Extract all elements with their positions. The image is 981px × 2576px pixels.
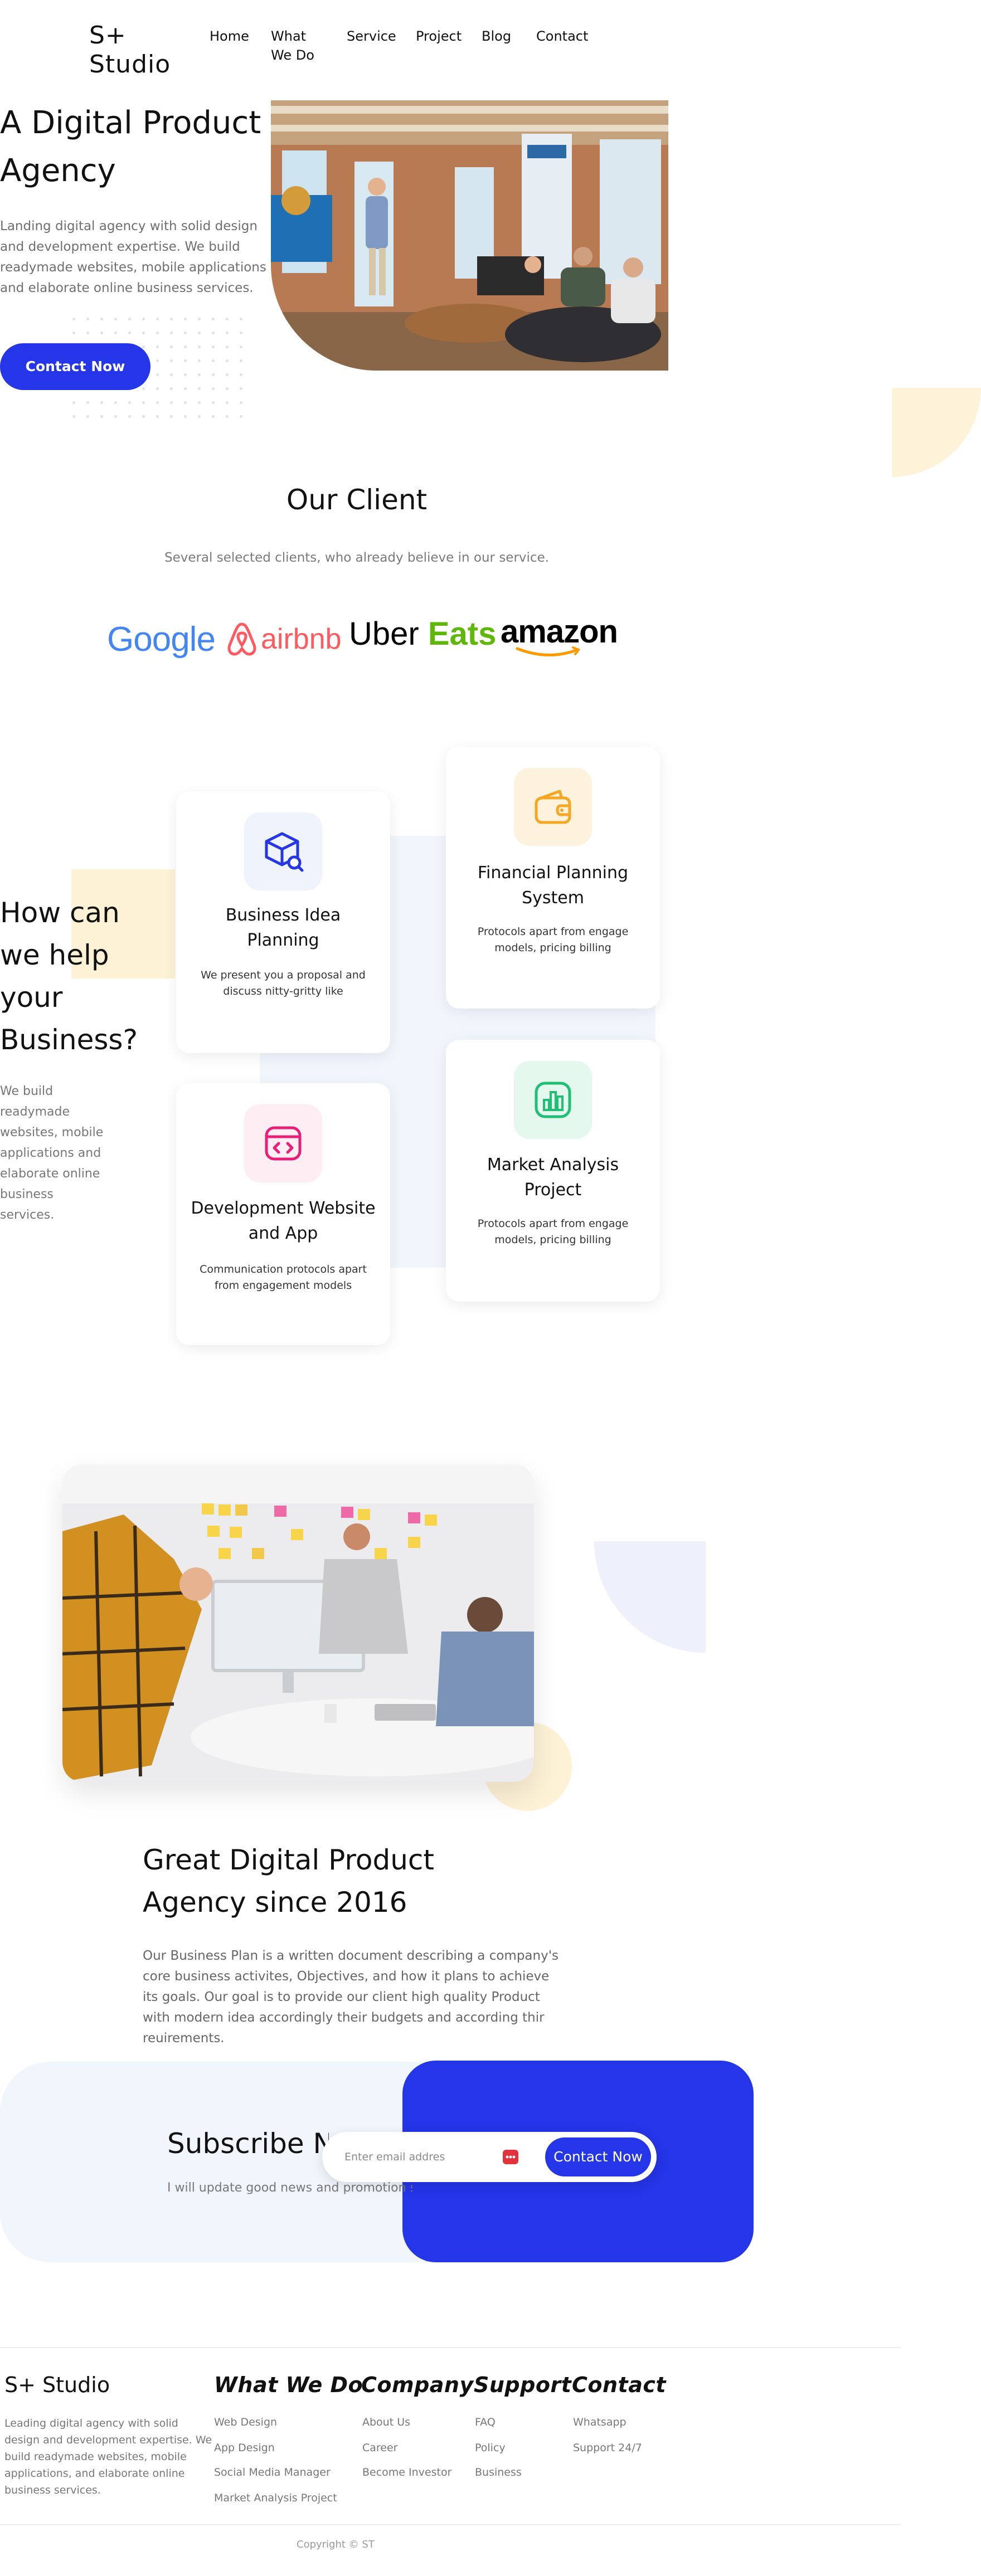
deco-blue-quarter	[594, 1541, 706, 1653]
services-title: How can we help your Business?	[0, 897, 138, 1056]
footer-bottom-divider	[0, 2524, 901, 2525]
service-card-development[interactable]: Development Website and App Communicatio…	[176, 1083, 390, 1345]
google-logo-text: Google	[107, 620, 216, 659]
code-window-icon	[265, 1126, 302, 1161]
eats-logo-text: Eats	[428, 616, 497, 652]
hero-title: A Digital Product Agency	[0, 105, 261, 189]
wallet-icon	[535, 790, 571, 824]
footer-heading-what-we-do: What We Do	[214, 2373, 363, 2397]
amazon-logo-text: amazon	[501, 613, 618, 650]
card-title: Market Analysis Project	[487, 1155, 619, 1200]
footer-description: Leading digital agency with solid design…	[4, 2417, 212, 2496]
footer-link-policy[interactable]: Policy	[475, 2442, 506, 2454]
card-icon-background	[514, 1061, 592, 1139]
footer-heading-contact: Contact	[572, 2373, 667, 2397]
client-logo-uber-eats: Uber Eats	[349, 615, 496, 652]
subscribe-title: Subscribe Now	[167, 2127, 329, 2160]
card-icon-background	[244, 812, 322, 890]
footer-link-web-design[interactable]: Web Design	[214, 2416, 277, 2428]
amazon-smile-icon	[516, 646, 581, 657]
card-description: Communication protocols apart from engag…	[200, 1263, 367, 1292]
clients-subtitle: Several selected clients, who already be…	[164, 551, 550, 565]
dots-icon	[506, 2155, 516, 2159]
email-input[interactable]	[344, 2145, 506, 2169]
uber-logo-text: Uber	[349, 616, 419, 652]
nav-contact[interactable]: Contact	[536, 27, 588, 46]
airbnb-logo-text: airbnb	[261, 623, 342, 655]
autofill-icon[interactable]	[503, 2150, 518, 2164]
nav-blog[interactable]: Blog	[482, 27, 511, 46]
card-title: Development Website and App	[191, 1199, 376, 1243]
card-description: Protocols apart from engage models, pric…	[477, 926, 629, 954]
about-title: Great Digital Product Agency since 2016	[143, 1844, 434, 1918]
bar-chart-icon	[535, 1082, 571, 1118]
team-illustration	[62, 1464, 534, 1782]
nav-what-we-do[interactable]: What We Do	[271, 27, 321, 65]
hero-contact-button[interactable]: Contact Now	[0, 343, 150, 390]
hero-office-photo	[271, 100, 668, 371]
site-logo[interactable]: S+ Studio	[89, 21, 190, 79]
clients-title: Our Client	[286, 484, 428, 516]
subscribe-description: I will update good news and promotion se…	[167, 2181, 412, 2195]
footer-top-divider	[0, 2347, 901, 2348]
client-logo-amazon: amazon	[501, 613, 618, 657]
subscribe-form: Contact Now	[322, 2132, 657, 2182]
deco-yellow-quarter	[892, 388, 981, 477]
footer-link-app-design[interactable]: App Design	[214, 2442, 275, 2454]
copyright-text: Copyright © ST	[297, 2539, 375, 2550]
about-description: Our Business Plan is a written document …	[143, 1949, 559, 2046]
client-logo-google: Google	[107, 620, 216, 659]
service-card-business-idea[interactable]: Business Idea Planning We present you a …	[176, 791, 390, 1053]
services-description: We build readymade websites, mobile appl…	[0, 1084, 104, 1222]
footer-heading-support: Support	[474, 2373, 572, 2397]
footer-logo[interactable]: S+ Studio	[4, 2373, 110, 2397]
footer-heading-company: Company	[361, 2373, 474, 2397]
office-illustration	[271, 100, 668, 371]
nav-project[interactable]: Project	[416, 27, 462, 46]
card-icon-background	[514, 768, 592, 846]
subscribe-contact-button[interactable]: Contact Now	[545, 2137, 651, 2176]
footer-link-support[interactable]: Support 24/7	[573, 2442, 642, 2454]
footer-link-about-us[interactable]: About Us	[362, 2416, 410, 2428]
hero-description: Landing digital agency with solid design…	[0, 219, 266, 295]
card-description: Protocols apart from engage models, pric…	[477, 1218, 629, 1246]
card-icon-background	[244, 1104, 322, 1182]
card-title: Business Idea Planning	[225, 905, 341, 950]
service-card-financial-planning[interactable]: Financial Planning System Protocols apar…	[446, 747, 660, 1009]
client-logo-airbnb: airbnb	[226, 622, 342, 656]
card-description: We present you a proposal and discuss ni…	[201, 969, 366, 997]
box-search-icon	[265, 832, 304, 872]
service-card-market-analysis[interactable]: Market Analysis Project Protocols apart …	[446, 1040, 660, 1302]
nav-service[interactable]: Service	[347, 27, 396, 46]
card-title: Financial Planning System	[477, 863, 629, 908]
nav-home[interactable]: Home	[210, 27, 249, 46]
footer-link-market-analysis[interactable]: Market Analysis Project	[214, 2492, 337, 2504]
footer-link-business[interactable]: Business	[475, 2466, 522, 2478]
footer-link-career[interactable]: Career	[362, 2442, 398, 2454]
footer-link-become-investor[interactable]: Become Investor	[362, 2466, 451, 2478]
footer-link-whatsapp[interactable]: Whatsapp	[573, 2416, 627, 2428]
team-meeting-photo	[62, 1464, 534, 1782]
footer-link-faq[interactable]: FAQ	[475, 2416, 496, 2428]
footer-link-social-media[interactable]: Social Media Manager	[214, 2466, 331, 2478]
airbnb-icon	[227, 622, 256, 656]
